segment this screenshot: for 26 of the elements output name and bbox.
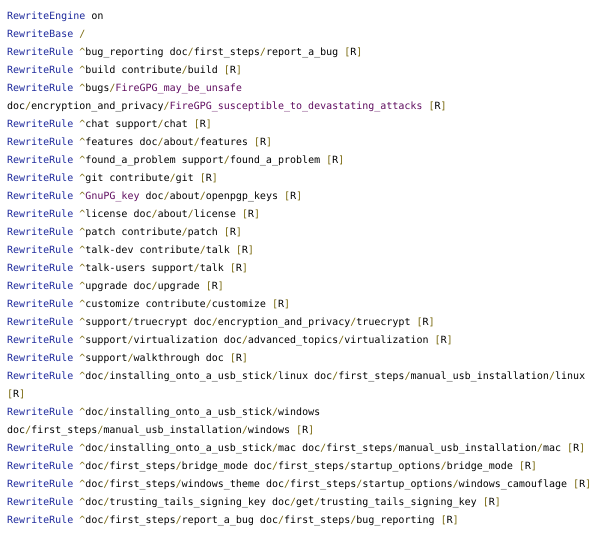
code-line: RewriteRule ^doc/first_steps/bridge_mode doc/first_steps/startup_options/bridge_mode [R]	[7, 460, 538, 474]
code-line: RewriteRule ^doc/installing_onto_a_usb_stick/mac doc/first_steps/manual_usb_installation/mac [R]	[7, 442, 586, 456]
code-line: RewriteRule ^bugs/FireGPG_may_be_unsafe doc/encryption_and_privacy/FireGPG_susceptible_to_devastating_attacks [R]	[7, 82, 448, 114]
code-line: RewriteRule ^support/walkthrough doc [R]	[7, 352, 249, 366]
code-line: RewriteRule ^chat support/chat [R]	[7, 118, 213, 132]
code-line: RewriteRule ^doc/installing_onto_a_usb_stick/linux doc/first_steps/manual_usb_installation/linux [R]	[7, 370, 586, 402]
code-line: RewriteRule ^support/truecrypt doc/encryption_and_privacy/truecrypt [R]	[7, 316, 436, 330]
code-line: RewriteRule ^GnuPG_key doc/about/openpgp_keys [R]	[7, 190, 304, 204]
code-line: RewriteRule ^upgrade doc/upgrade [R]	[7, 280, 225, 294]
code-line: RewriteRule ^doc/installing_onto_a_usb_stick/windows doc/first_steps/manual_usb_installation/windows [R]	[7, 406, 322, 438]
code-line: RewriteRule ^talk-dev contribute/talk [R]	[7, 244, 255, 258]
code-line: RewriteRule ^license doc/about/license [R]	[7, 208, 261, 222]
code-line: RewriteRule ^doc/first_steps/report_a_bug doc/first_steps/bug_reporting [R]	[7, 514, 460, 528]
code-line: RewriteRule ^doc/trusting_tails_signing_key doc/get/trusting_tails_signing_key [R]	[7, 496, 502, 510]
code-line: RewriteRule ^patch contribute/patch [R]	[7, 226, 243, 240]
code-line: RewriteRule ^git contribute/git [R]	[7, 172, 219, 186]
code-line: RewriteRule ^doc/first_steps/windows_theme doc/first_steps/startup_options/windows_camouflage [R]	[7, 478, 592, 492]
code-line: RewriteRule ^features doc/about/features [R]	[7, 136, 273, 150]
code-line: RewriteRule ^found_a_problem support/found_a_problem [R]	[7, 154, 346, 168]
code-line: RewriteRule ^talk-users support/talk [R]	[7, 262, 249, 276]
code-line: RewriteBase /	[7, 28, 86, 42]
code-line: RewriteEngine on	[7, 10, 104, 24]
code-line: RewriteRule ^customize contribute/customize [R]	[7, 298, 292, 312]
code-line: RewriteRule ^support/virtualization doc/advanced_topics/virtualization [R]	[7, 334, 454, 348]
code-line: RewriteRule ^bug_reporting doc/first_steps/report_a_bug [R]	[7, 46, 364, 60]
code-line: RewriteRule ^build contribute/build [R]	[7, 64, 243, 78]
